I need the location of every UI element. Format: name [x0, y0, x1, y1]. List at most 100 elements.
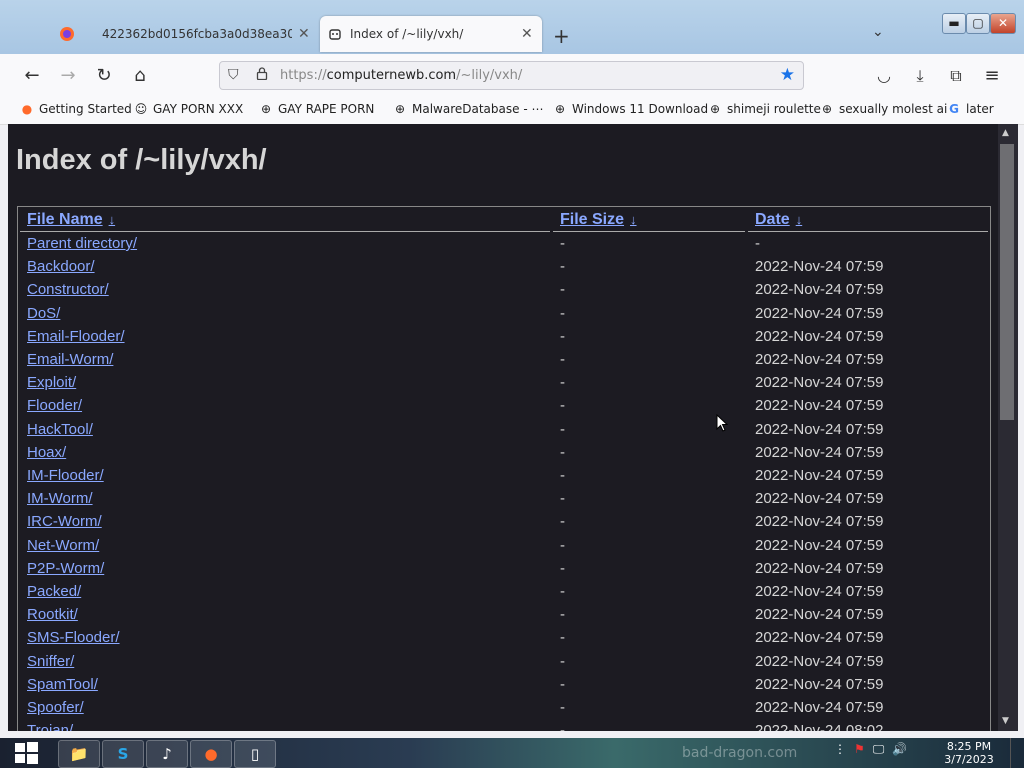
- show-desktop-button[interactable]: [1010, 738, 1024, 768]
- file-link[interactable]: Packed/: [27, 583, 81, 600]
- file-date: 2022-Nov-24 07:59: [755, 327, 884, 345]
- column-header-file-name[interactable]: File Name ↓: [27, 211, 115, 229]
- back-button[interactable]: ←: [20, 64, 44, 88]
- tab-bar: 422362bd0156fcba3a0d38ea3047 ✕ Index of …: [0, 0, 1024, 54]
- close-tab-icon[interactable]: ✕: [298, 26, 310, 42]
- file-date: 2022-Nov-24 07:59: [755, 397, 884, 415]
- volume-icon[interactable]: 🔊: [892, 742, 907, 757]
- bookmark-item[interactable]: ⊕ sexually molest ai: [820, 102, 947, 116]
- taskbar-explorer-icon[interactable]: 📁: [58, 740, 100, 768]
- file-link[interactable]: Email-Flooder/: [27, 328, 125, 345]
- table-row: Parent directory/ - -: [18, 235, 990, 258]
- bookmark-item[interactable]: ⊕ shimeji roulette: [708, 102, 821, 116]
- file-link[interactable]: SMS-Flooder/: [27, 629, 120, 646]
- bookmark-star-icon[interactable]: ★: [780, 65, 795, 85]
- file-date: 2022-Nov-24 07:59: [755, 443, 884, 461]
- file-size: -: [560, 281, 565, 299]
- minimize-button[interactable]: ▬: [942, 13, 966, 34]
- header-divider: [553, 231, 745, 232]
- file-link[interactable]: Flooder/: [27, 397, 82, 414]
- file-link[interactable]: Exploit/: [27, 374, 76, 391]
- lock-icon[interactable]: [256, 67, 268, 84]
- bookmark-getting-started[interactable]: ● Getting Started: [20, 102, 132, 116]
- bookmark-item[interactable]: ⊕ GAY RAPE PORN: [259, 102, 374, 116]
- tab-hash-file[interactable]: 422362bd0156fcba3a0d38ea3047 ✕: [92, 16, 318, 52]
- taskbar-skype-icon[interactable]: S: [102, 740, 144, 768]
- file-link[interactable]: IM-Flooder/: [27, 467, 104, 484]
- home-button[interactable]: ⌂: [128, 64, 152, 88]
- sort-arrow-icon[interactable]: ↓: [796, 212, 803, 227]
- sort-arrow-icon[interactable]: ↓: [630, 212, 637, 227]
- close-tab-icon[interactable]: ✕: [521, 26, 533, 42]
- bookmark-label: GAY RAPE PORN: [278, 102, 375, 116]
- file-date: 2022-Nov-24 07:59: [755, 536, 884, 554]
- tracking-shield-icon[interactable]: ⛉: [228, 67, 239, 83]
- scroll-up-arrow-icon[interactable]: ▲: [1002, 128, 1009, 138]
- file-link[interactable]: HackTool/: [27, 421, 93, 438]
- table-row: IM-Flooder/ - 2022-Nov-24 07:59: [18, 467, 990, 490]
- file-link[interactable]: IRC-Worm/: [27, 513, 102, 530]
- network-icon[interactable]: 🖵: [873, 742, 885, 757]
- file-date: -: [755, 235, 760, 252]
- file-link[interactable]: Spoofer/: [27, 699, 84, 716]
- column-header-file-size[interactable]: File Size ↓: [560, 211, 637, 229]
- taskbar-firefox-icon[interactable]: ●: [190, 740, 232, 768]
- taskbar-clock[interactable]: 8:25 PM 3/7/2023: [942, 740, 996, 766]
- table-row: Email-Worm/ - 2022-Nov-24 07:59: [18, 351, 990, 374]
- tab-firefox-home[interactable]: [44, 16, 90, 52]
- tray-overflow-icon[interactable]: ⋮: [834, 742, 846, 757]
- file-size: -: [560, 559, 565, 577]
- file-link[interactable]: Net-Worm/: [27, 537, 99, 554]
- windows-start-icon[interactable]: [10, 740, 42, 766]
- directory-listing-table: File Name ↓ File Size ↓ Date ↓ Parent direc…: [17, 206, 991, 731]
- sort-arrow-icon[interactable]: ↓: [109, 212, 116, 227]
- file-link[interactable]: SpamTool/: [27, 676, 98, 693]
- list-tabs-chevron-icon[interactable]: ⌄: [872, 24, 884, 40]
- file-link[interactable]: Backdoor/: [27, 258, 95, 275]
- action-center-flag-icon[interactable]: ⚑: [854, 742, 865, 757]
- globe-icon: ⊕: [709, 102, 721, 116]
- taskbar-notepad-icon[interactable]: ▯: [234, 740, 276, 768]
- file-date: 2022-Nov-24 07:59: [755, 513, 884, 531]
- file-link[interactable]: IM-Worm/: [27, 490, 93, 507]
- file-link[interactable]: Constructor/: [27, 281, 109, 298]
- menu-icon[interactable]: ≡: [980, 64, 1004, 88]
- extensions-icon[interactable]: ⧉: [944, 64, 968, 88]
- file-link[interactable]: Rootkit/: [27, 606, 78, 623]
- file-size: -: [560, 327, 565, 345]
- file-link[interactable]: Hoax/: [27, 444, 66, 461]
- bookmark-item[interactable]: Glater: [947, 102, 994, 116]
- file-link[interactable]: Sniffer/: [27, 653, 74, 670]
- forward-button[interactable]: →: [56, 64, 80, 88]
- column-header-date[interactable]: Date ↓: [755, 211, 802, 229]
- globe-icon: ⊕: [821, 102, 833, 116]
- file-link[interactable]: Email-Worm/: [27, 351, 113, 368]
- new-tab-button[interactable]: +: [553, 24, 570, 48]
- file-date: 2022-Nov-24 07:59: [755, 559, 884, 577]
- url-path: /~lily/vxh/: [456, 68, 523, 83]
- vertical-scrollbar[interactable]: ▲ ▼: [998, 124, 1018, 731]
- file-link[interactable]: DoS/: [27, 305, 60, 322]
- url-bar[interactable]: ⛉ https://computernewb.com/~lily/vxh/ ★: [219, 61, 804, 90]
- google-icon: G: [949, 102, 959, 116]
- table-row: Rootkit/ - 2022-Nov-24 07:59: [18, 606, 990, 629]
- scrollbar-thumb[interactable]: [1000, 144, 1014, 420]
- reload-button[interactable]: ↻: [92, 64, 116, 88]
- file-size: -: [560, 675, 565, 693]
- bookmark-item[interactable]: ☺ GAY PORN XXX: [134, 102, 243, 116]
- downloads-icon[interactable]: ⤓: [908, 64, 932, 88]
- file-link[interactable]: P2P-Worm/: [27, 560, 104, 577]
- bookmark-item[interactable]: ⊕ MalwareDatabase - ⋯: [393, 102, 544, 116]
- bookmark-item[interactable]: ⊕ Windows 11 Download: [553, 102, 708, 116]
- maximize-button[interactable]: ▢: [966, 13, 990, 34]
- file-link[interactable]: Trojan/: [27, 722, 73, 731]
- scroll-down-arrow-icon[interactable]: ▼: [1002, 716, 1009, 726]
- file-link[interactable]: Parent directory/: [27, 235, 137, 252]
- close-window-button[interactable]: ✕: [990, 13, 1016, 34]
- file-size: -: [560, 606, 565, 624]
- taskbar-media-player-icon[interactable]: ♪: [146, 740, 188, 768]
- url-text[interactable]: https://computernewb.com/~lily/vxh/: [280, 68, 522, 83]
- tab-index-active[interactable]: Index of /~lily/vxh/ ✕: [320, 16, 542, 52]
- file-date: 2022-Nov-24 07:59: [755, 652, 884, 670]
- pocket-icon[interactable]: ◡: [872, 64, 896, 88]
